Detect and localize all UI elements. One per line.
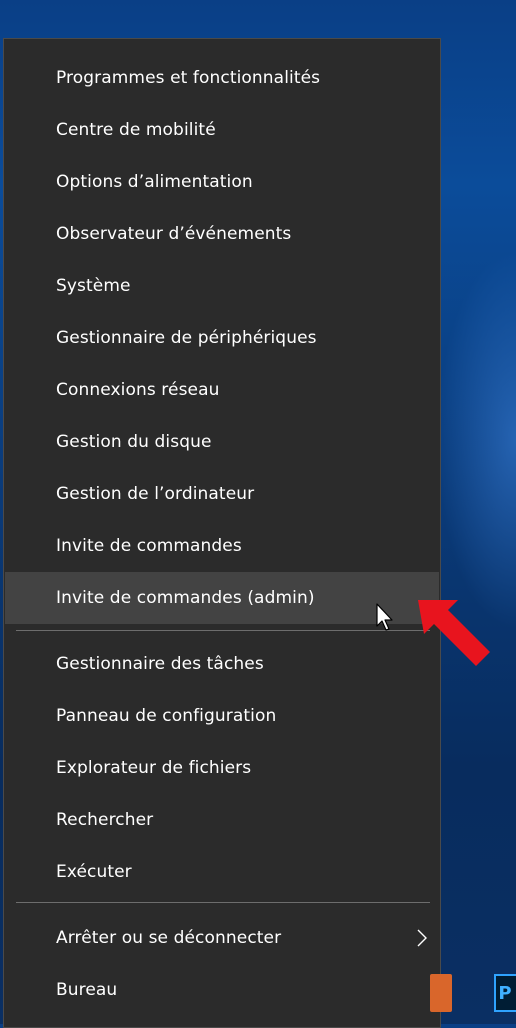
menu-item-label: Explorateur de fichiers	[56, 758, 252, 778]
menu-item-device-manager[interactable]: Gestionnaire de périphériques	[5, 312, 439, 364]
menu-item-label: Invite de commandes (admin)	[56, 588, 315, 608]
menu-item-label: Programmes et fonctionnalités	[56, 68, 321, 88]
winx-context-menu: Programmes et fonctionnalités Centre de …	[3, 38, 441, 1028]
menu-item-system[interactable]: Système	[5, 260, 439, 312]
menu-item-power-options[interactable]: Options d’alimentation	[5, 156, 439, 208]
menu-item-label: Gestionnaire de périphériques	[56, 328, 317, 348]
menu-item-file-explorer[interactable]: Explorateur de fichiers	[5, 742, 439, 794]
menu-item-task-manager[interactable]: Gestionnaire des tâches	[5, 638, 439, 690]
chevron-right-icon	[417, 929, 427, 947]
menu-item-label: Centre de mobilité	[56, 120, 216, 140]
menu-item-command-prompt[interactable]: Invite de commandes	[5, 520, 439, 572]
menu-item-label: Panneau de configuration	[56, 706, 277, 726]
menu-item-programs-features[interactable]: Programmes et fonctionnalités	[5, 52, 439, 104]
menu-item-search[interactable]: Rechercher	[5, 794, 439, 846]
red-arrow-icon	[418, 600, 490, 666]
desktop-background	[436, 250, 516, 630]
menu-item-event-viewer[interactable]: Observateur d’événements	[5, 208, 439, 260]
menu-item-label: Gestion de l’ordinateur	[56, 484, 255, 504]
menu-item-control-panel[interactable]: Panneau de configuration	[5, 690, 439, 742]
menu-item-command-prompt-admin[interactable]: Invite de commandes (admin)	[5, 572, 439, 624]
menu-item-label: Bureau	[56, 980, 118, 1000]
menu-item-label: Arrêter ou se déconnecter	[56, 928, 282, 948]
menu-item-label: Invite de commandes	[56, 536, 242, 556]
menu-separator	[16, 630, 430, 631]
menu-item-shutdown-signout[interactable]: Arrêter ou se déconnecter	[5, 912, 439, 964]
menu-item-computer-management[interactable]: Gestion de l’ordinateur	[5, 468, 439, 520]
menu-separator	[16, 902, 430, 903]
menu-item-label: Gestion du disque	[56, 432, 212, 452]
menu-item-network-connections[interactable]: Connexions réseau	[5, 364, 439, 416]
menu-item-label: Rechercher	[56, 810, 154, 830]
menu-item-label: Observateur d’événements	[56, 224, 292, 244]
taskbar-app-icon[interactable]: P	[494, 974, 516, 1012]
menu-item-label: Options d’alimentation	[56, 172, 253, 192]
menu-item-desktop[interactable]: Bureau	[5, 964, 439, 1016]
menu-item-label: Système	[56, 276, 131, 296]
menu-item-label: Connexions réseau	[56, 380, 220, 400]
menu-item-mobility-center[interactable]: Centre de mobilité	[5, 104, 439, 156]
menu-item-label: Gestionnaire des tâches	[56, 654, 264, 674]
menu-item-run[interactable]: Exécuter	[5, 846, 439, 898]
mouse-cursor-icon	[376, 603, 393, 631]
menu-item-label: Exécuter	[56, 862, 132, 882]
taskbar-app-icon[interactable]	[430, 974, 452, 1012]
taskbar-icon-letter: P	[498, 982, 512, 1004]
menu-item-disk-management[interactable]: Gestion du disque	[5, 416, 439, 468]
